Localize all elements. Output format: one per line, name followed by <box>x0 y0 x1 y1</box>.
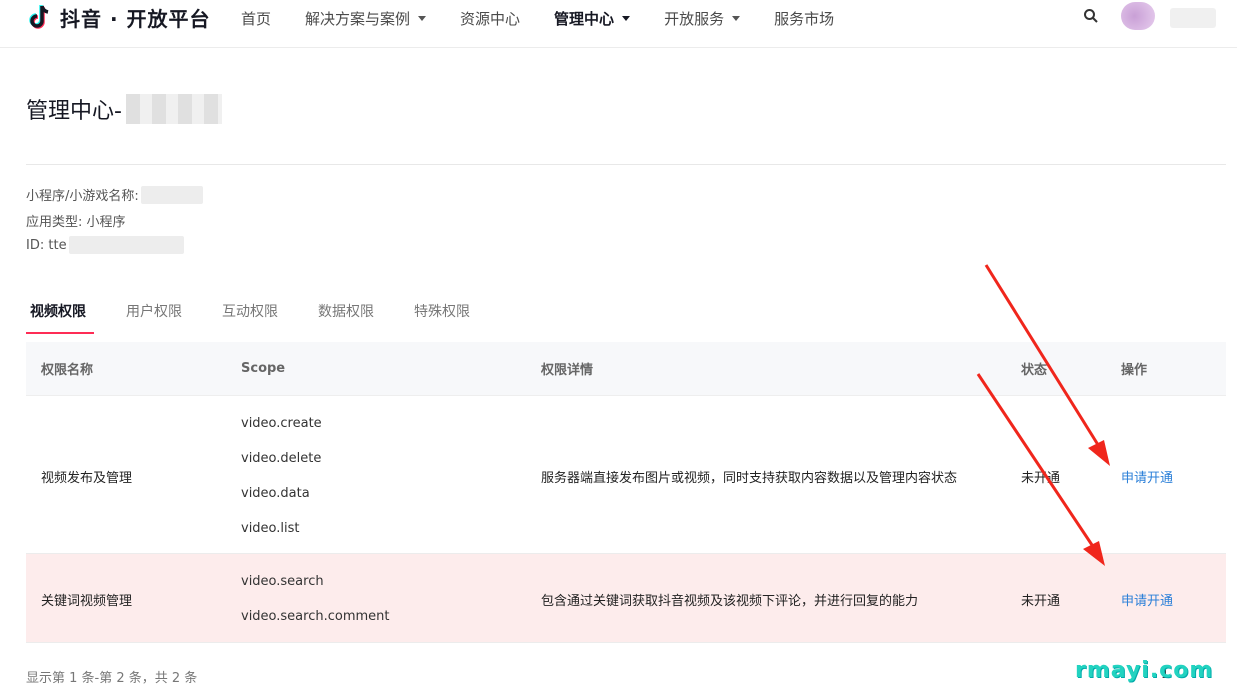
meta-label: 应用类型: <box>26 215 83 230</box>
nav-item-resources[interactable]: 资源中心 <box>460 6 520 30</box>
header-name: 权限名称 <box>41 363 94 378</box>
watermark: rmayi.com <box>1075 658 1214 683</box>
meta-label: 小程序/小游戏名称: <box>26 189 139 204</box>
tab-user-permissions[interactable]: 用户权限 <box>122 298 186 336</box>
page-title: 管理中心- <box>26 99 122 124</box>
scope-item: video.delete <box>241 451 322 466</box>
nav-item-solutions[interactable]: 解决方案与案例 <box>305 6 427 30</box>
nav-item-open-services[interactable]: 开放服务 <box>664 6 741 30</box>
nav-label: 管理中心 <box>554 9 615 28</box>
scope-item: video.search.comment <box>241 609 390 624</box>
search-icon[interactable] <box>1083 8 1099 24</box>
tab-video-permissions[interactable]: 视频权限 <box>26 298 94 336</box>
brand-logo[interactable]: 抖音 · 开放平台 <box>26 2 211 32</box>
username-redacted[interactable] <box>1170 8 1216 28</box>
avatar[interactable] <box>1121 2 1155 30</box>
page-title-area: 管理中心- <box>26 93 222 125</box>
meta-app-name: 小程序/小游戏名称: <box>26 185 203 204</box>
apply-button[interactable]: 申请开通 <box>1121 590 1173 609</box>
tab-data-permissions[interactable]: 数据权限 <box>314 298 378 336</box>
permissions-table: 权限名称 Scope 权限详情 状态 操作 视频发布及管理 video.crea… <box>26 342 1226 643</box>
permission-detail: 服务器端直接发布图片或视频，同时支持获取内容数据以及管理内容状态 <box>541 471 958 486</box>
nav-label: 首页 <box>241 9 272 28</box>
caret-down-icon <box>732 15 741 21</box>
scope-list: video.search video.search.comment <box>241 572 390 642</box>
pagination-summary: 显示第 1 条-第 2 条，共 2 条 <box>26 671 198 686</box>
scope-item: video.data <box>241 486 310 501</box>
nav-item-home[interactable]: 首页 <box>241 6 271 30</box>
meta-app-type: 应用类型: 小程序 <box>26 211 126 230</box>
permission-detail: 包含通过关键词获取抖音视频及该视频下评论，并进行回复的能力 <box>541 594 919 609</box>
permission-tabs: 视频权限 用户权限 互动权限 数据权限 特殊权限 <box>26 298 506 336</box>
header-scope: Scope <box>241 361 286 376</box>
scope-list: video.create video.delete video.data vid… <box>241 414 322 554</box>
header-operation: 操作 <box>1121 363 1148 378</box>
table-row: 视频发布及管理 video.create video.delete video.… <box>26 396 1226 554</box>
scope-item: video.list <box>241 521 300 536</box>
status-badge: 未开通 <box>1021 471 1061 486</box>
brand-name: 抖音 · 开放平台 <box>60 6 211 31</box>
app-name-redacted <box>125 94 222 124</box>
divider <box>26 164 1226 165</box>
nav-label: 资源中心 <box>460 9 521 28</box>
header-status: 状态 <box>1021 363 1048 378</box>
nav-label: 开放服务 <box>664 9 725 28</box>
status-badge: 未开通 <box>1021 594 1061 609</box>
header-detail: 权限详情 <box>541 363 594 378</box>
scope-item: video.create <box>241 416 322 431</box>
permission-name: 关键词视频管理 <box>41 594 133 609</box>
douyin-logo-icon <box>29 5 49 29</box>
caret-down-icon <box>622 15 631 21</box>
app-id-redacted <box>68 236 184 254</box>
meta-value: tte <box>48 237 67 253</box>
app-name-redacted <box>140 185 203 204</box>
top-navbar: 抖音 · 开放平台 首页 解决方案与案例 资源中心 管理中心 开放服务 服务市场 <box>0 0 1237 48</box>
tab-special-permissions[interactable]: 特殊权限 <box>410 298 474 336</box>
scope-item: video.search <box>241 574 324 589</box>
apply-button[interactable]: 申请开通 <box>1121 467 1173 486</box>
caret-down-icon <box>418 15 427 21</box>
meta-app-id: ID: tte <box>26 236 184 254</box>
meta-label: ID: <box>26 237 45 253</box>
table-row: 关键词视频管理 video.search video.search.commen… <box>26 554 1226 643</box>
tab-interaction-permissions[interactable]: 互动权限 <box>218 298 282 336</box>
nav-item-management[interactable]: 管理中心 <box>554 6 631 30</box>
nav-item-service-market[interactable]: 服务市场 <box>774 6 834 30</box>
table-header: 权限名称 Scope 权限详情 状态 操作 <box>26 342 1226 396</box>
main-nav: 首页 解决方案与案例 资源中心 管理中心 开放服务 服务市场 <box>241 6 868 30</box>
permission-name: 视频发布及管理 <box>41 471 133 486</box>
nav-label: 服务市场 <box>774 9 835 28</box>
nav-label: 解决方案与案例 <box>305 9 411 28</box>
meta-value: 小程序 <box>86 215 126 230</box>
